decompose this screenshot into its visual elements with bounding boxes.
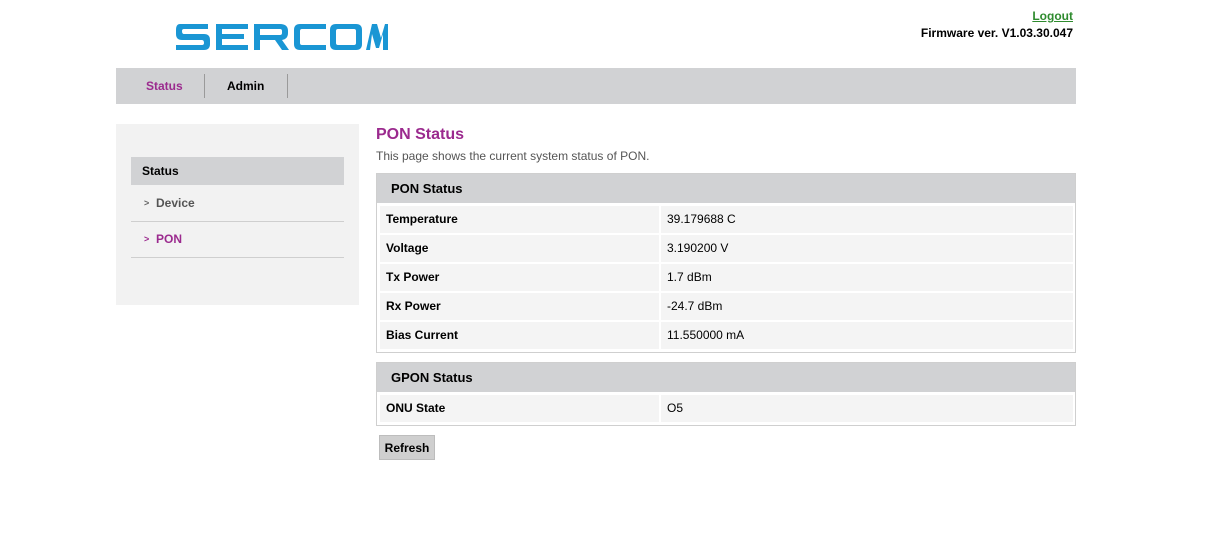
page-description: This page shows the current system statu… bbox=[376, 149, 650, 163]
sidebar-item-label: Device bbox=[156, 196, 195, 210]
table-row: Rx Power -24.7 dBm bbox=[380, 293, 1073, 320]
chevron-right-icon: > bbox=[144, 234, 150, 244]
sidebar-section-title: Status bbox=[142, 164, 179, 178]
logout-link[interactable]: Logout bbox=[1032, 9, 1073, 23]
row-key: Rx Power bbox=[380, 293, 659, 320]
tab-admin[interactable]: Admin bbox=[227, 68, 264, 104]
panel-heading: GPON Status bbox=[377, 363, 1075, 392]
row-value: 11.550000 mA bbox=[661, 322, 1073, 349]
row-key: Voltage bbox=[380, 235, 659, 262]
row-key: ONU State bbox=[380, 395, 659, 422]
table-row: Bias Current 11.550000 mA bbox=[380, 322, 1073, 349]
sidebar-item-pon[interactable]: > PON bbox=[131, 221, 344, 258]
row-key: Temperature bbox=[380, 206, 659, 233]
row-value: 39.179688 C bbox=[661, 206, 1073, 233]
row-value: 1.7 dBm bbox=[661, 264, 1073, 291]
sidebar: Status > Device > PON bbox=[116, 124, 359, 305]
row-value: O5 bbox=[661, 395, 1073, 422]
table-row: ONU State O5 bbox=[380, 395, 1073, 422]
top-nav: Status Admin bbox=[116, 68, 1076, 104]
sidebar-item-label: PON bbox=[156, 232, 183, 246]
row-value: 3.190200 V bbox=[661, 235, 1073, 262]
row-value: -24.7 dBm bbox=[661, 293, 1073, 320]
table-row: Tx Power 1.7 dBm bbox=[380, 264, 1073, 291]
firmware-version: Firmware ver. V1.03.30.047 bbox=[920, 26, 1073, 40]
row-key: Bias Current bbox=[380, 322, 659, 349]
table-row: Temperature 39.179688 C bbox=[380, 206, 1073, 233]
table-row: Voltage 3.190200 V bbox=[380, 235, 1073, 262]
sidebar-item-device[interactable]: > Device bbox=[131, 185, 344, 222]
page-title: PON Status bbox=[376, 126, 465, 143]
sercom-logo bbox=[176, 24, 388, 50]
sidebar-section-header: Status bbox=[131, 157, 344, 185]
pon-status-panel: PON Status Temperature 39.179688 C Volta… bbox=[376, 173, 1076, 353]
panel-heading: PON Status bbox=[377, 174, 1075, 203]
nav-divider bbox=[204, 74, 205, 98]
nav-divider bbox=[287, 74, 288, 98]
chevron-right-icon: > bbox=[144, 198, 150, 208]
gpon-status-panel: GPON Status ONU State O5 bbox=[376, 362, 1076, 426]
refresh-button[interactable]: Refresh bbox=[379, 435, 435, 460]
row-key: Tx Power bbox=[380, 264, 659, 291]
tab-status[interactable]: Status bbox=[146, 68, 183, 104]
